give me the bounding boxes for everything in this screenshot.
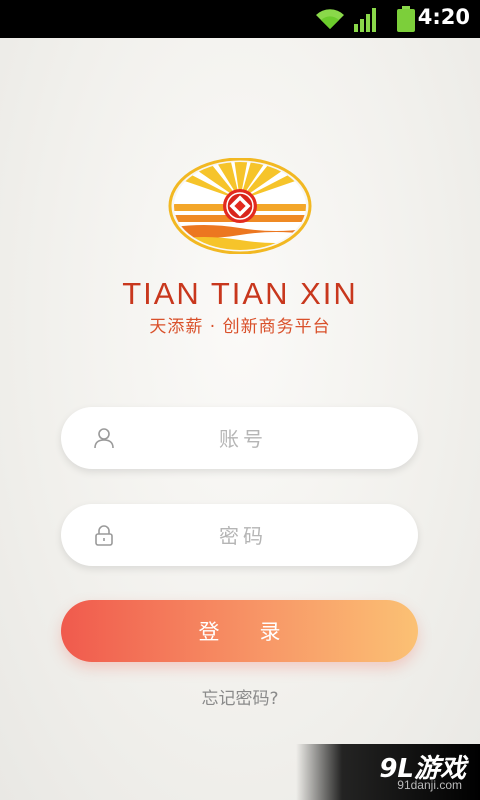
login-button[interactable]: 登录 [61, 600, 418, 662]
wifi-icon [314, 7, 346, 35]
brand-logo [168, 157, 312, 255]
password-input[interactable] [131, 504, 355, 568]
brand-tagline: 天添薪 · 创新商务平台 [149, 317, 331, 337]
battery-icon [397, 6, 415, 36]
password-field[interactable] [61, 504, 418, 568]
account-input[interactable] [131, 407, 355, 471]
forgot-password-link[interactable]: 忘记密码? [0, 684, 480, 709]
user-icon [93, 427, 115, 453]
account-field[interactable] [61, 407, 418, 471]
signal-icon [354, 8, 380, 36]
watermark: 9L游戏 91danji.com [296, 744, 480, 800]
watermark-url: 91danji.com [397, 778, 462, 792]
brand-name: TIAN TIAN XIN [122, 276, 358, 311]
status-time: 4:20 [417, 5, 470, 29]
status-bar: 4:20 [0, 0, 480, 38]
lock-icon [93, 524, 115, 550]
